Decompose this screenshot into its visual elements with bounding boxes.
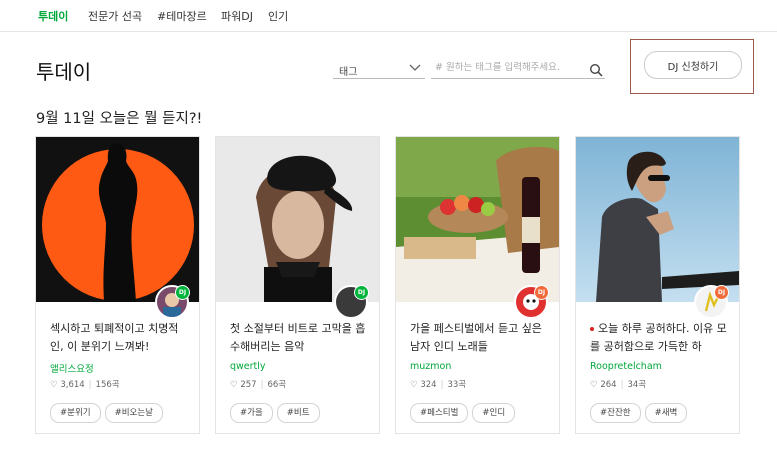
- playlist-author[interactable]: Roopretelcham: [590, 361, 662, 372]
- like-count: 324: [420, 380, 437, 390]
- song-count: 33곡: [447, 380, 467, 390]
- playlist-stats: ♡ 257 | 66곡: [230, 380, 287, 390]
- song-count: 156곡: [95, 380, 120, 390]
- playlist-card[interactable]: DJ 첫 소절부터 비트로 고막을 흡수해버리는 음악 qwertly ♡ 25…: [215, 136, 380, 434]
- tab-power-dj[interactable]: 파워DJ: [221, 8, 253, 24]
- playlist-cover-image[interactable]: [36, 137, 199, 302]
- new-indicator-dot: [590, 327, 594, 331]
- tag-chip[interactable]: #비트: [276, 403, 320, 423]
- tag-list: #가을 #비트: [230, 400, 324, 423]
- tag-chip[interactable]: #비오는날: [104, 403, 163, 423]
- heart-icon: ♡: [230, 380, 238, 390]
- dj-badge: DJ: [354, 285, 369, 300]
- playlist-cover-image[interactable]: [396, 137, 559, 302]
- like-count: 264: [600, 380, 617, 390]
- tab-theme-genre[interactable]: #테마장르: [157, 8, 207, 24]
- page-title: 투데이: [36, 60, 92, 84]
- dj-apply-button[interactable]: DJ 신청하기: [644, 51, 742, 79]
- like-count: 3,614: [60, 380, 85, 390]
- tag-chip[interactable]: #가을: [230, 403, 273, 423]
- today-headline: 9월 11일 오늘은 뭘 듣지?!: [36, 111, 203, 127]
- tag-search-input[interactable]: [435, 62, 581, 73]
- playlist-author[interactable]: 앨리스요정: [50, 361, 94, 375]
- playlist-author[interactable]: muzmon: [410, 361, 451, 372]
- tag-chip[interactable]: #잔잔한: [590, 403, 641, 423]
- tag-chip[interactable]: #새벽: [644, 403, 688, 423]
- tag-dropdown[interactable]: 태그: [333, 61, 425, 79]
- chevron-down-icon: [409, 63, 421, 76]
- tab-expert-picks[interactable]: 전문가 선곡: [88, 8, 142, 24]
- tag-chip[interactable]: #페스티벌: [410, 403, 469, 423]
- song-count: 66곡: [267, 380, 287, 390]
- dj-badge: DJ: [175, 285, 190, 300]
- tag-dropdown-label: 태그: [339, 67, 358, 78]
- tag-list: #페스티벌 #인디: [410, 400, 519, 423]
- playlist-title[interactable]: 오늘 하루 공허하다. 이유 모를 공허함으로 가득한 하: [590, 320, 730, 356]
- tab-popular[interactable]: 인기: [268, 8, 288, 24]
- tab-today[interactable]: 투데이: [38, 8, 68, 24]
- playlist-title[interactable]: 섹시하고 퇴폐적이고 치명적인, 이 분위기 느껴봐!: [50, 320, 190, 356]
- playlist-stats: ♡ 264 | 34곡: [590, 380, 647, 390]
- playlist-stats: ♡ 3,614 | 156곡: [50, 380, 120, 390]
- tag-chip[interactable]: #분위기: [50, 403, 101, 423]
- playlist-cover-image[interactable]: [216, 137, 379, 302]
- top-nav: 투데이 전문가 선곡 #테마장르 파워DJ 인기: [0, 0, 777, 32]
- tag-chip[interactable]: #인디: [472, 403, 516, 423]
- search-icon[interactable]: [589, 62, 603, 81]
- dj-apply-highlight: DJ 신청하기: [630, 39, 754, 94]
- tag-list: #분위기 #비오는날: [50, 400, 167, 423]
- playlist-card[interactable]: DJ 오늘 하루 공허하다. 이유 모를 공허함으로 가득한 하 Roopret…: [575, 136, 740, 434]
- playlist-cover-image[interactable]: [576, 137, 739, 302]
- playlist-title[interactable]: 첫 소절부터 비트로 고막을 흡수해버리는 음악: [230, 320, 370, 356]
- playlist-stats: ♡ 324 | 33곡: [410, 380, 467, 390]
- tag-list: #잔잔한 #새벽: [590, 400, 691, 423]
- heart-icon: ♡: [590, 380, 598, 390]
- tag-search-box: [431, 61, 605, 79]
- heart-icon: ♡: [410, 380, 418, 390]
- playlist-card[interactable]: DJ 가을 페스티벌에서 듣고 싶은 남자 인디 노래들 muzmon ♡ 32…: [395, 136, 560, 434]
- song-count: 34곡: [627, 380, 647, 390]
- playlist-author[interactable]: qwertly: [230, 361, 266, 372]
- dj-badge: DJ: [714, 285, 729, 300]
- like-count: 257: [240, 380, 257, 390]
- dj-badge: DJ: [534, 285, 549, 300]
- playlist-card[interactable]: DJ 섹시하고 퇴폐적이고 치명적인, 이 분위기 느껴봐! 앨리스요정 ♡ 3…: [35, 136, 200, 434]
- playlist-title[interactable]: 가을 페스티벌에서 듣고 싶은 남자 인디 노래들: [410, 320, 550, 356]
- heart-icon: ♡: [50, 380, 58, 390]
- playlist-title-text: 오늘 하루 공허하다. 이유 모를 공허함으로 가득한 하: [590, 322, 727, 353]
